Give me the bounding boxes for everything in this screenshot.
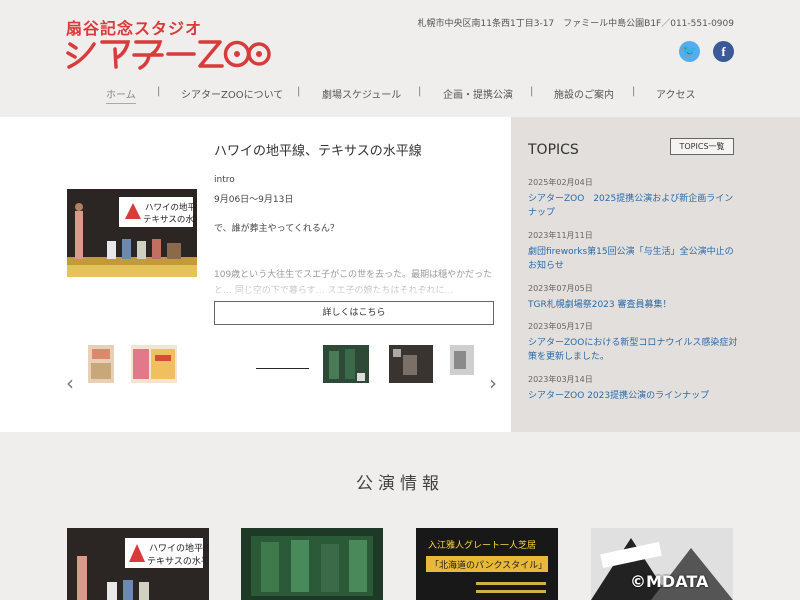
facebook-icon[interactable]: f bbox=[713, 41, 734, 62]
nav-separator: | bbox=[157, 86, 161, 97]
carousel-next-icon[interactable]: › bbox=[489, 371, 497, 395]
performances-heading: 公演情報 bbox=[356, 474, 444, 494]
carousel-thumb[interactable] bbox=[131, 345, 177, 383]
topics-heading: TOPICS bbox=[528, 142, 579, 158]
carousel-thumb[interactable] bbox=[450, 345, 474, 375]
logo[interactable] bbox=[66, 36, 271, 70]
topic-date: 2023年05月17日 bbox=[528, 321, 593, 331]
svg-text:テキサスの水平線: テキサスの水平線 bbox=[147, 555, 209, 567]
svg-text:入江雅人グレート一人芝居: 入江雅人グレート一人芝居 bbox=[428, 539, 536, 551]
nav-separator: | bbox=[530, 86, 534, 97]
featured-date: 9月06日～9月13日 bbox=[214, 195, 294, 205]
topic-link[interactable]: TGR札幌劇場祭2023 審査員募集！ bbox=[528, 298, 740, 312]
carousel-thumb[interactable] bbox=[88, 345, 114, 383]
topic-item: 2023年07月05日 TGR札幌劇場祭2023 審査員募集！ bbox=[528, 283, 740, 312]
topic-date: 2023年11月11日 bbox=[528, 230, 593, 240]
topic-link[interactable]: 劇団fireworks第15回公演「与生活」全公演中止のお知らせ bbox=[528, 245, 740, 274]
topics-all-button[interactable]: TOPICS一覧 bbox=[670, 138, 734, 155]
description-fade bbox=[214, 278, 494, 302]
carousel-thumb[interactable] bbox=[323, 345, 369, 383]
performance-card[interactable]: ハワイの地平線、テキサスの水平線 bbox=[67, 528, 209, 600]
topic-item: 2023年11月11日 劇団fireworks第15回公演「与生活」全公演中止の… bbox=[528, 230, 740, 274]
svg-text:「北海道のパンクスタイル」: 「北海道のパンクスタイル」 bbox=[430, 559, 547, 571]
nav-separator: | bbox=[418, 86, 422, 97]
topics-list: 2025年02月04日 シアターZOO 2025提携公演および新企画ラインナップ… bbox=[528, 177, 740, 409]
svg-text:ハワイの地平線、: ハワイの地平線、 bbox=[149, 542, 209, 554]
topic-date: 2025年02月04日 bbox=[528, 178, 593, 187]
carousel-thumb[interactable] bbox=[389, 345, 433, 383]
topic-date: 2023年03月14日 bbox=[528, 374, 593, 384]
nav-access[interactable]: アクセス bbox=[656, 86, 696, 101]
nav-home[interactable]: ホーム bbox=[106, 86, 136, 104]
nav-about[interactable]: シアターZOOについて bbox=[181, 86, 283, 101]
featured-title[interactable]: ハワイの地平線、テキサスの水平線 bbox=[214, 140, 422, 159]
topic-date: 2023年07月05日 bbox=[528, 283, 593, 293]
topic-link[interactable]: シアターZOO 2025提携公演および新企画ラインナップ bbox=[528, 192, 740, 221]
nav-programs[interactable]: 企画・提携公演 bbox=[443, 86, 513, 101]
performance-card[interactable] bbox=[241, 528, 383, 600]
nav-facilities[interactable]: 施設のご案内 bbox=[554, 86, 614, 101]
svg-text:ハワイの地平線、: ハワイの地平線、 bbox=[145, 202, 197, 213]
topic-link[interactable]: シアターZOO 2023提携公演のラインナップ bbox=[528, 389, 740, 403]
address-phone: 札幌市中央区南11条西1丁目3-17 ファミール中島公園B1F／011-551-… bbox=[417, 19, 734, 29]
topic-item: 2023年03月14日 シアターZOO 2023提携公演のラインナップ bbox=[528, 374, 740, 403]
svg-text:テキサスの水平線: テキサスの水平線 bbox=[143, 214, 197, 225]
nav-schedule[interactable]: 劇場スケジュール bbox=[322, 86, 401, 101]
topic-item: 2023年05月17日 シアターZOOにおける新型コロナウイルス感染症対策を更新… bbox=[528, 321, 740, 365]
twitter-icon[interactable]: 🐦 bbox=[679, 41, 700, 62]
topic-link[interactable]: シアターZOOにおける新型コロナウイルス感染症対策を更新しました。 bbox=[528, 336, 740, 365]
featured-quote: で、誰が葬主やってくれるん？ bbox=[214, 224, 339, 234]
nav-separator: | bbox=[632, 86, 636, 97]
carousel-thumb[interactable] bbox=[197, 345, 241, 349]
carousel-prev-icon[interactable]: ‹ bbox=[66, 371, 74, 395]
featured-intro-label: intro bbox=[214, 175, 235, 185]
details-button[interactable]: 詳しくはこちら bbox=[214, 301, 494, 325]
topic-item: 2025年02月04日 シアターZOO 2025提携公演および新企画ラインナップ bbox=[528, 177, 740, 221]
carousel-thumb-active[interactable] bbox=[256, 361, 309, 369]
main-nav: ホーム | シアターZOOについて | 劇場スケジュール | 企画・提携公演 |… bbox=[0, 86, 800, 104]
featured-image[interactable]: ハワイの地平線、 テキサスの水平線 bbox=[67, 189, 197, 277]
performance-card[interactable]: 入江雅人グレート一人芝居 「北海道のパンクスタイル」 bbox=[416, 528, 558, 600]
watermark: ©MDATA bbox=[630, 572, 709, 591]
nav-separator: | bbox=[297, 86, 301, 97]
